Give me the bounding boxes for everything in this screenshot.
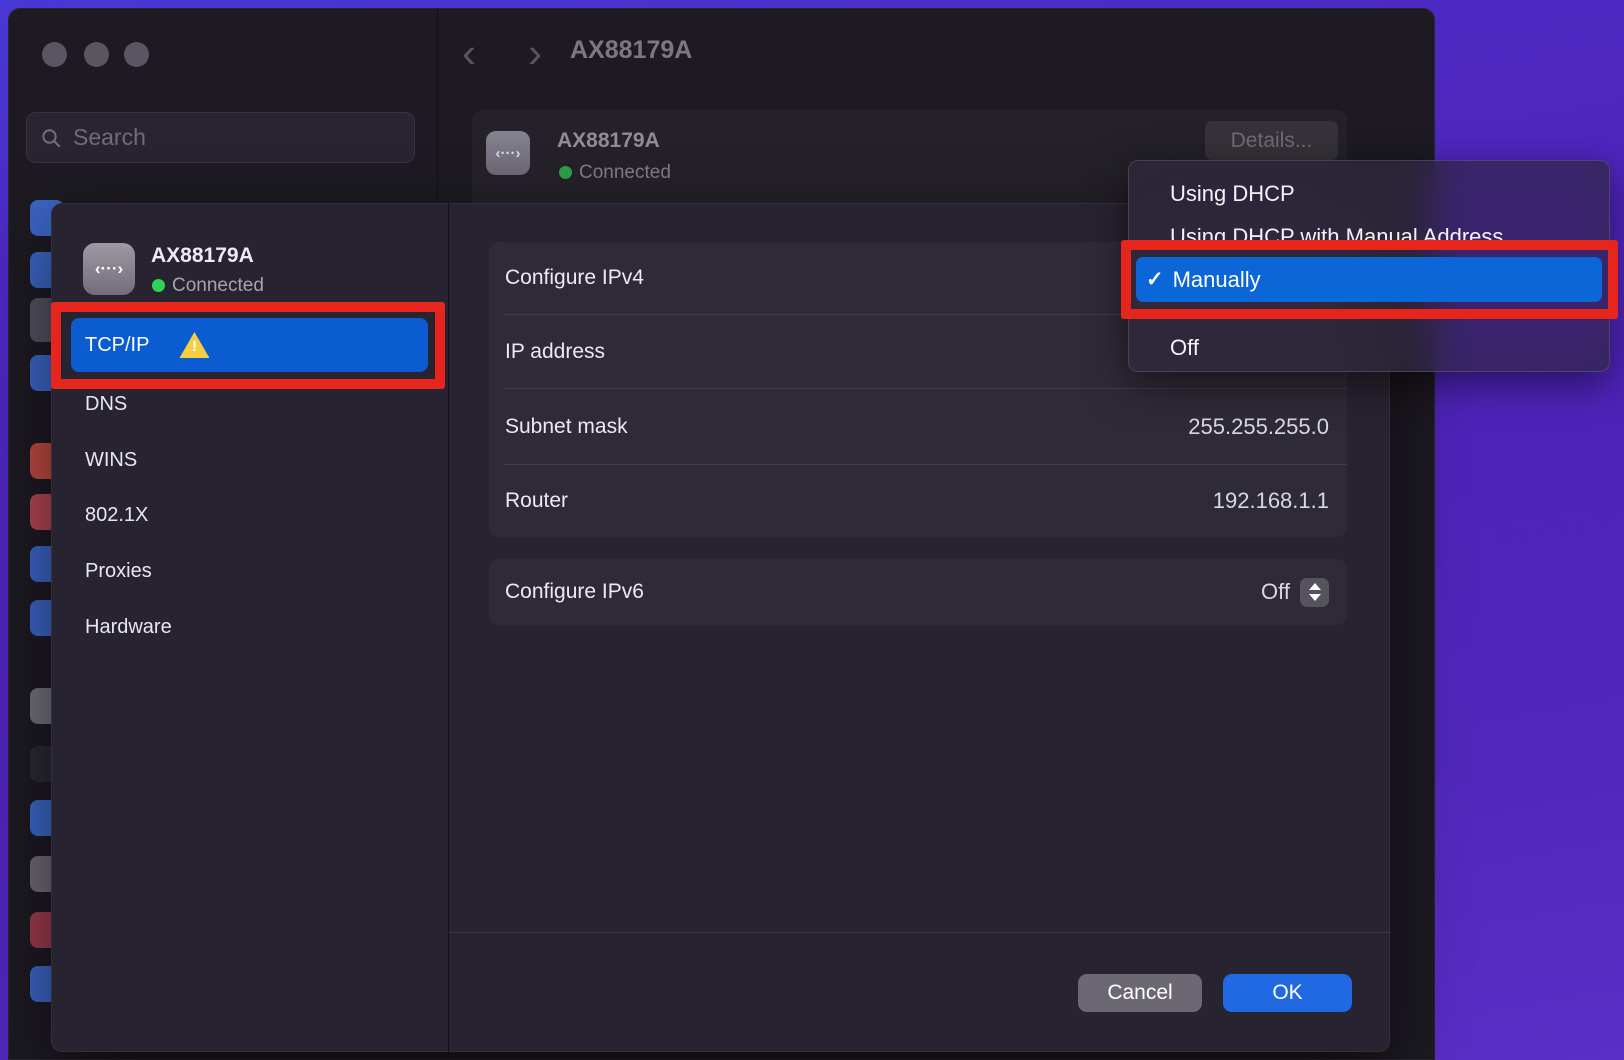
sidebar-item-tcpip[interactable]: TCP/IP ! [71, 318, 428, 372]
checkmark-icon: ✓ [1146, 267, 1164, 292]
page-title: AX88179A [570, 36, 692, 65]
search-input[interactable]: Search [26, 112, 415, 163]
ipv6-settings-group: Configure IPv6 Off [489, 559, 1347, 625]
minimize-window-button[interactable] [84, 42, 109, 67]
router-value: 192.168.1.1 [1213, 488, 1329, 514]
forward-icon[interactable]: › [528, 30, 542, 76]
sidebar-item-label: TCP/IP [85, 334, 149, 357]
menu-item-manually[interactable]: ✓ Manually [1136, 257, 1602, 302]
menu-item-using-dhcp[interactable]: Using DHCP [1170, 181, 1295, 207]
zoom-window-button[interactable] [124, 42, 149, 67]
sheet-device-status: Connected [172, 275, 264, 297]
menu-item-using-dhcp-manual[interactable]: Using DHCP with Manual Address [1170, 224, 1503, 250]
cancel-button[interactable]: Cancel [1078, 974, 1202, 1012]
sheet-sidebar-divider [448, 203, 449, 1052]
sidebar-item-8021x[interactable]: 802.1X [71, 494, 428, 536]
sidebar-item-proxies[interactable]: Proxies [71, 550, 428, 592]
close-window-button[interactable] [42, 42, 67, 67]
menu-item-off[interactable]: Off [1170, 335, 1199, 361]
ethernet-adapter-icon: ‹···› [83, 243, 135, 295]
connected-status-dot [559, 166, 572, 179]
footer-divider [449, 932, 1390, 933]
device-name: AX88179A [557, 129, 660, 153]
connected-status-dot [152, 279, 165, 292]
details-button[interactable]: Details... [1205, 121, 1338, 160]
ipv6-select-stepper[interactable] [1300, 578, 1329, 607]
configure-ipv6-row: Configure IPv6 Off [489, 559, 1347, 625]
subnet-mask-row[interactable]: Subnet mask 255.255.255.0 [489, 389, 1347, 464]
ok-button[interactable]: OK [1223, 974, 1352, 1012]
sidebar-item-hardware[interactable]: Hardware [71, 606, 428, 648]
desktop: Search ‹ › AX88179A ‹···› AX88179A Conne… [0, 0, 1624, 1060]
sidebar-item-dns[interactable]: DNS [71, 383, 428, 425]
chevron-up-icon [1309, 583, 1321, 590]
chevron-down-icon [1309, 594, 1321, 601]
ipv6-selected-value: Off [1261, 579, 1290, 605]
search-placeholder: Search [73, 124, 146, 151]
ethernet-adapter-icon: ‹···› [486, 131, 530, 175]
warning-icon: ! [179, 332, 209, 358]
device-status: Connected [579, 162, 671, 184]
configure-ipv4-dropdown-menu: Using DHCP Using DHCP with Manual Addres… [1128, 160, 1610, 372]
subnet-mask-value: 255.255.255.0 [1188, 414, 1329, 440]
back-icon[interactable]: ‹ [462, 30, 476, 76]
sheet-device-name: AX88179A [151, 244, 254, 268]
sidebar-item-wins[interactable]: WINS [71, 439, 428, 481]
router-row[interactable]: Router 192.168.1.1 [489, 465, 1347, 537]
search-icon [41, 128, 61, 148]
